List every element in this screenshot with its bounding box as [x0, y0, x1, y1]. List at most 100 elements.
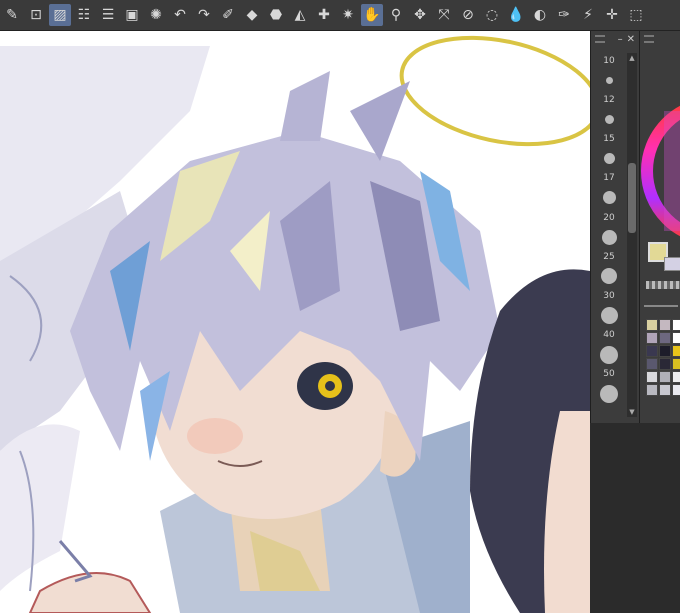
brush-size-scrollbar[interactable]: ▲ ▼	[627, 53, 637, 417]
brush-size-item[interactable]	[593, 110, 625, 130]
brush-size-label: 20	[603, 212, 615, 223]
brush-size-item[interactable]	[593, 384, 625, 404]
brush-size-list: 10 12 15 17 20 25 30 40 50	[593, 51, 625, 404]
brush-size-dot	[600, 345, 618, 364]
star-burst-icon[interactable]: ✷	[337, 4, 359, 26]
hand-icon[interactable]: ✋	[361, 4, 383, 26]
minimize-icon[interactable]: –	[618, 34, 623, 45]
fill-bucket-icon[interactable]: ◭	[289, 4, 311, 26]
undo-icon[interactable]: ↶	[169, 4, 191, 26]
palette-swatch[interactable]	[646, 384, 658, 396]
palette-swatch[interactable]	[672, 384, 680, 396]
layer-settings-icon[interactable]: ☷	[73, 4, 95, 26]
marquee-select-icon[interactable]: ⬚	[625, 4, 647, 26]
layer-list-icon[interactable]: ☰	[97, 4, 119, 26]
scroll-down-icon[interactable]: ▼	[627, 407, 637, 417]
brush-size-dot	[605, 76, 613, 84]
brush-size-item[interactable]: 50	[593, 365, 625, 385]
brush-size-label: 12	[603, 94, 615, 105]
palette-swatch[interactable]	[659, 371, 671, 383]
lasso-icon[interactable]: ◌	[481, 4, 503, 26]
illustration	[0, 35, 590, 613]
palette-swatch[interactable]	[672, 358, 680, 370]
brush-size-label: 17	[603, 173, 615, 184]
brush-size-item[interactable]	[593, 188, 625, 208]
brush-size-item[interactable]: 30	[593, 286, 625, 306]
brush-size-item[interactable]: 17	[593, 169, 625, 189]
palette-swatch[interactable]	[659, 384, 671, 396]
brush-size-item[interactable]: 10	[593, 51, 625, 71]
palette-swatch[interactable]	[646, 332, 658, 344]
brush-size-item[interactable]: 15	[593, 129, 625, 149]
pen-icon[interactable]: ✎	[1, 4, 23, 26]
palette-swatch[interactable]	[672, 319, 680, 331]
brush-size-item[interactable]	[593, 306, 625, 326]
palette-swatch[interactable]	[659, 332, 671, 344]
plus-crosshair-icon[interactable]: ✛	[601, 4, 623, 26]
brush-size-item[interactable]	[593, 227, 625, 247]
brush-size-item[interactable]: 25	[593, 247, 625, 267]
palette-swatch[interactable]	[646, 371, 658, 383]
brush-size-panel: – ✕ 10 12 15 17 20 25 30 40 50 ▲ ▼	[590, 31, 639, 423]
redo-icon[interactable]: ↷	[193, 4, 215, 26]
close-icon[interactable]: ✕	[627, 34, 635, 45]
brush-size-dot	[601, 229, 617, 245]
hand	[28, 572, 152, 613]
transform-icon[interactable]: ⤧	[433, 4, 455, 26]
scroll-thumb[interactable]	[628, 163, 636, 233]
zoom-icon[interactable]: ⚲	[385, 4, 407, 26]
brush-size-label: 25	[603, 251, 615, 262]
brush-size-item[interactable]: 20	[593, 208, 625, 228]
canvas-icon[interactable]: ▣	[121, 4, 143, 26]
selection-off-icon[interactable]: ⊘	[457, 4, 479, 26]
palette-swatch[interactable]	[659, 345, 671, 357]
palette-swatch[interactable]	[672, 371, 680, 383]
color-panel-header	[640, 31, 680, 47]
drag-grip-icon[interactable]	[595, 35, 605, 43]
sparkle-icon[interactable]: ✚	[313, 4, 335, 26]
color-panel	[639, 31, 680, 423]
sub-color-swatch[interactable]	[664, 257, 680, 271]
palette-swatch[interactable]	[659, 358, 671, 370]
palette-swatch[interactable]	[646, 345, 658, 357]
loading-spinner-icon[interactable]: ✺	[145, 4, 167, 26]
brush-size-item[interactable]	[593, 267, 625, 287]
brush-size-dot	[602, 191, 616, 205]
water-drop-icon[interactable]: 💧	[505, 4, 527, 26]
palette-swatch[interactable]	[672, 345, 680, 357]
halo	[399, 35, 590, 147]
magic-wand-icon[interactable]: ⚡	[577, 4, 599, 26]
wing-shape	[0, 424, 80, 591]
panel-header: – ✕	[591, 31, 639, 47]
brush-size-label: 50	[603, 369, 615, 380]
eraser-icon[interactable]: ◆	[241, 4, 263, 26]
move-layer-icon[interactable]: ✥	[409, 4, 431, 26]
palette-swatch[interactable]	[646, 358, 658, 370]
palette-header	[644, 305, 678, 309]
layer-mask-icon[interactable]: ▨	[49, 4, 71, 26]
top-toolbar: ✎ ⊡ ▨ ☷ ☰ ▣ ✺ ↶ ↷ ✐ ◆ ⬣ ◭ ✚ ✷ ✋ ⚲ ✥ ⤧ ⊘ ◌ 💧 ◐ ✑ ⚡ ✛ ⬚	[0, 0, 680, 31]
transparent-color-icon[interactable]	[646, 281, 680, 289]
brush-size-dot	[600, 307, 618, 325]
brush-size-item[interactable]: 12	[593, 90, 625, 110]
brush-size-label: 15	[603, 134, 615, 145]
scroll-up-icon[interactable]: ▲	[627, 53, 637, 63]
pen-tool-icon[interactable]: ✐	[217, 4, 239, 26]
brush-size-dot	[601, 268, 617, 285]
brush-size-item[interactable]: 40	[593, 325, 625, 345]
palette-swatch[interactable]	[672, 332, 680, 344]
brush-size-item[interactable]	[593, 345, 625, 365]
brush-size-dot	[604, 115, 614, 125]
palette-swatch[interactable]	[646, 319, 658, 331]
drawing-canvas[interactable]	[0, 31, 590, 613]
brush-size-item[interactable]	[593, 71, 625, 91]
pupil	[325, 381, 335, 391]
layer-transfer-icon[interactable]: ⊡	[25, 4, 47, 26]
palette-swatch[interactable]	[659, 319, 671, 331]
brush-size-label: 30	[603, 290, 615, 301]
drag-grip-icon[interactable]	[644, 35, 654, 43]
blend-icon[interactable]: ◐	[529, 4, 551, 26]
fill-brush-icon[interactable]: ⬣	[265, 4, 287, 26]
pen-outline-icon[interactable]: ✑	[553, 4, 575, 26]
brush-size-item[interactable]	[593, 149, 625, 169]
